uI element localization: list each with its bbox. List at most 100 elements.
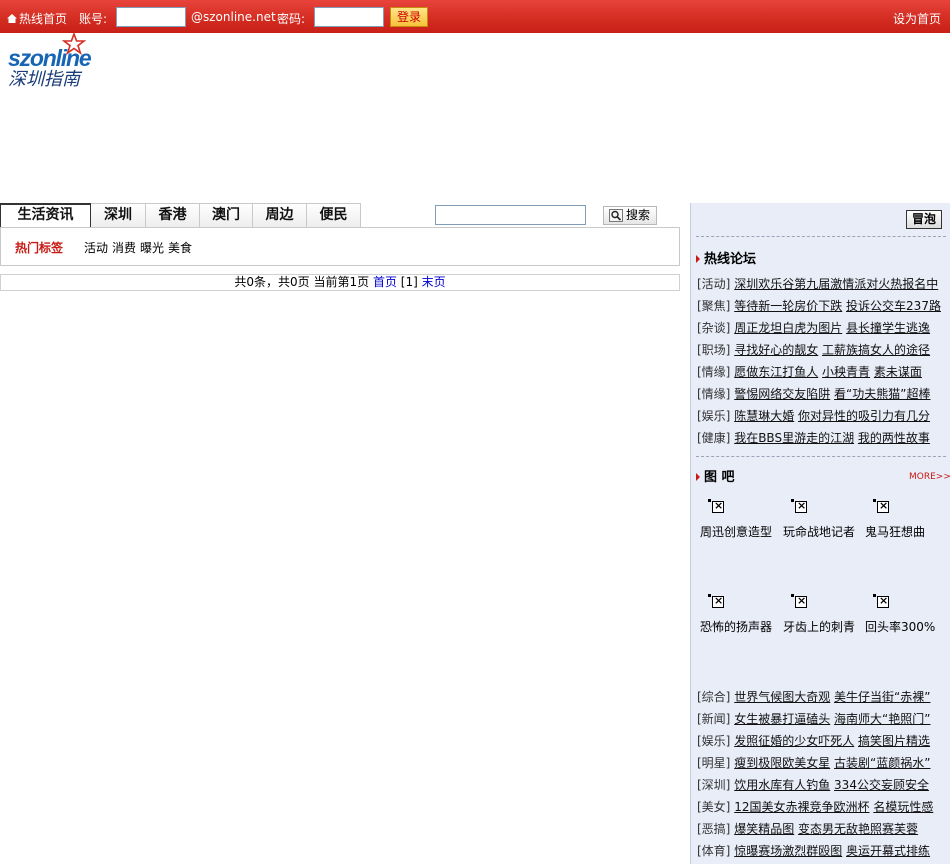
tab-macau[interactable]: 澳门 bbox=[200, 203, 253, 227]
current-page: [1] bbox=[400, 275, 418, 289]
broken-image-icon bbox=[873, 499, 889, 515]
forum-link[interactable]: 寻找好心的靓女 bbox=[734, 343, 818, 357]
tab-shenzhen[interactable]: 深圳 bbox=[91, 203, 146, 227]
site-logo[interactable]: szonline 深圳指南 bbox=[8, 33, 108, 90]
tab-services[interactable]: 便民 bbox=[307, 203, 361, 227]
forum-link[interactable]: 陈慧琳大婚 bbox=[734, 409, 794, 423]
hot-tag[interactable]: 消费 bbox=[112, 241, 136, 255]
account-label: 账号: bbox=[79, 12, 108, 26]
triangle-bullet-icon bbox=[696, 473, 700, 481]
news-link[interactable]: 饮用水库有人钓鱼 bbox=[734, 778, 830, 792]
news-row: [恶搞] 爆笑精品图 变态男无敌艳照赛芙蓉 bbox=[697, 820, 947, 837]
forum-section-title: 热线论坛 bbox=[696, 248, 756, 267]
news-link[interactable]: 惊曝赛场激烈群殴图 bbox=[734, 844, 842, 858]
news-link[interactable]: 12国美女赤裸竞争欧洲杯 bbox=[734, 800, 869, 814]
news-link[interactable]: 334公交妄顾安全 bbox=[834, 778, 929, 792]
search-input[interactable] bbox=[435, 205, 586, 225]
channel-tabs: 生活资讯 深圳 香港 澳门 周边 便民 bbox=[0, 203, 361, 227]
password-label: 密码: bbox=[277, 12, 306, 26]
forum-link[interactable]: 看“功夫熊猫”超棒 bbox=[834, 387, 930, 401]
forum-row: [娱乐] 陈慧琳大婚 你对异性的吸引力有几分 bbox=[697, 407, 947, 424]
gallery-more-link[interactable]: MORE>> bbox=[909, 472, 950, 482]
hot-tags-list: 活动 消费 曝光 美食 bbox=[84, 239, 196, 256]
news-link[interactable]: 发照征婚的少女吓死人 bbox=[734, 734, 854, 748]
pagination-summary: 共0条，共0页 当前第1页 bbox=[234, 275, 370, 289]
news-link[interactable]: 搞笑图片精选 bbox=[858, 734, 930, 748]
forum-link[interactable]: 县长撞学生逃逸 bbox=[846, 321, 930, 335]
forum-category: [活动] bbox=[697, 277, 731, 291]
gallery-item[interactable]: 回头率300% bbox=[865, 594, 943, 635]
news-category: [娱乐] bbox=[697, 734, 731, 748]
set-homepage-link[interactable]: 设为首页 bbox=[893, 10, 941, 27]
news-link[interactable]: 美牛仔当街“赤裸” bbox=[834, 690, 930, 704]
tab-life-info[interactable]: 生活资讯 bbox=[0, 203, 91, 227]
news-link[interactable]: 古装剧“蓝颜祸水” bbox=[834, 756, 930, 770]
news-row: [体育] 惊曝赛场激烈群殴图 奥运开幕式排练 bbox=[697, 842, 947, 859]
right-sidebar: 冒泡 热线论坛 [活动] 深圳欢乐谷第九届激情派对火热报名中 [聚焦] 等待新一… bbox=[690, 203, 950, 864]
forum-link[interactable]: 我的两性故事 bbox=[858, 431, 930, 445]
gallery-item[interactable]: 恐怖的扬声器 bbox=[700, 594, 778, 635]
forum-link[interactable]: 投诉公交车237路 bbox=[846, 299, 941, 313]
news-row: [深圳] 饮用水库有人钓鱼 334公交妄顾安全 bbox=[697, 776, 947, 793]
first-page-link[interactable]: 首页 bbox=[373, 275, 397, 289]
news-row: [美女] 12国美女赤裸竞争欧洲杯 名模玩性感 bbox=[697, 798, 947, 815]
last-page-link[interactable]: 末页 bbox=[422, 275, 446, 289]
search-button-label: 搜索 bbox=[626, 208, 651, 222]
bubble-button[interactable]: 冒泡 bbox=[906, 210, 942, 229]
gallery-caption[interactable]: 恐怖的扬声器 bbox=[700, 618, 778, 635]
pagination: 共0条，共0页 当前第1页 首页 [1] 末页 bbox=[0, 274, 680, 291]
forum-link[interactable]: 深圳欢乐谷第九届激情派对火热报名中 bbox=[734, 277, 938, 291]
gallery-item[interactable]: 玩命战地记者 bbox=[783, 499, 861, 540]
password-input[interactable] bbox=[314, 7, 384, 27]
gallery-caption[interactable]: 玩命战地记者 bbox=[783, 523, 861, 540]
hot-tag[interactable]: 美食 bbox=[168, 241, 192, 255]
news-link[interactable]: 世界气候图大奇观 bbox=[734, 690, 830, 704]
news-link[interactable]: 海南师大“艳照门” bbox=[834, 712, 930, 726]
tab-hongkong[interactable]: 香港 bbox=[146, 203, 200, 227]
forum-link[interactable]: 等待新一轮房价下跌 bbox=[734, 299, 842, 313]
hot-tags-box: 热门标签 活动 消费 曝光 美食 bbox=[0, 227, 680, 266]
forum-link[interactable]: 工薪族搞女人的途径 bbox=[822, 343, 930, 357]
gallery-caption[interactable]: 牙齿上的刺青 bbox=[783, 618, 861, 635]
forum-row: [活动] 深圳欢乐谷第九届激情派对火热报名中 bbox=[697, 275, 947, 292]
forum-row: [聚焦] 等待新一轮房价下跌 投诉公交车237路 bbox=[697, 297, 947, 314]
news-link[interactable]: 名模玩性感 bbox=[873, 800, 933, 814]
gallery-item[interactable]: 鬼马狂想曲 bbox=[865, 499, 943, 540]
forum-link[interactable]: 我在BBS里游走的江湖 bbox=[734, 431, 854, 445]
forum-link[interactable]: 周正龙坦白虎为图片 bbox=[734, 321, 842, 335]
triangle-bullet-icon bbox=[696, 255, 700, 263]
news-link[interactable]: 爆笑精品图 bbox=[734, 822, 794, 836]
gallery-caption[interactable]: 周迅创意造型 bbox=[700, 523, 778, 540]
forum-category: [情缘] bbox=[697, 387, 731, 401]
tab-nearby[interactable]: 周边 bbox=[253, 203, 307, 227]
forum-link[interactable]: 警惕网络交友陷阱 bbox=[734, 387, 830, 401]
domain-suffix: @szonline.net bbox=[191, 10, 276, 24]
gallery-item[interactable]: 牙齿上的刺青 bbox=[783, 594, 861, 635]
news-link[interactable]: 瘦到极限欧美女星 bbox=[734, 756, 830, 770]
gallery-caption[interactable]: 回头率300% bbox=[865, 618, 943, 635]
forum-link[interactable]: 你对异性的吸引力有几分 bbox=[798, 409, 930, 423]
logo-brand-cn: 深圳指南 bbox=[8, 69, 80, 90]
news-category: [明星] bbox=[697, 756, 731, 770]
news-link[interactable]: 女生被暴打逼磕头 bbox=[734, 712, 830, 726]
news-link[interactable]: 奥运开幕式排练 bbox=[846, 844, 930, 858]
hot-tag[interactable]: 曝光 bbox=[140, 241, 164, 255]
broken-image-icon bbox=[708, 594, 724, 610]
forum-link[interactable]: 小秧青青 bbox=[822, 365, 870, 379]
login-button[interactable]: 登录 bbox=[390, 7, 428, 27]
search-button[interactable]: 搜索 bbox=[603, 206, 657, 225]
gallery-item[interactable]: 周迅创意造型 bbox=[700, 499, 778, 540]
forum-row: [职场] 寻找好心的靓女 工薪族搞女人的途径 bbox=[697, 341, 947, 358]
news-link[interactable]: 变态男无敌艳照赛芙蓉 bbox=[798, 822, 918, 836]
forum-row: [杂谈] 周正龙坦白虎为图片 县长撞学生逃逸 bbox=[697, 319, 947, 336]
forum-link[interactable]: 愿做东江打鱼人 bbox=[734, 365, 818, 379]
forum-link[interactable]: 素未谋面 bbox=[874, 365, 922, 379]
news-row: [明星] 瘦到极限欧美女星 古装剧“蓝颜祸水” bbox=[697, 754, 947, 771]
hot-tag[interactable]: 活动 bbox=[84, 241, 108, 255]
news-category: [体育] bbox=[697, 844, 731, 858]
news-category: [新闻] bbox=[697, 712, 731, 726]
gallery-caption[interactable]: 鬼马狂想曲 bbox=[865, 523, 943, 540]
home-link[interactable]: 热线首页 bbox=[7, 10, 67, 27]
forum-category: [情缘] bbox=[697, 365, 731, 379]
account-input[interactable] bbox=[116, 7, 186, 27]
